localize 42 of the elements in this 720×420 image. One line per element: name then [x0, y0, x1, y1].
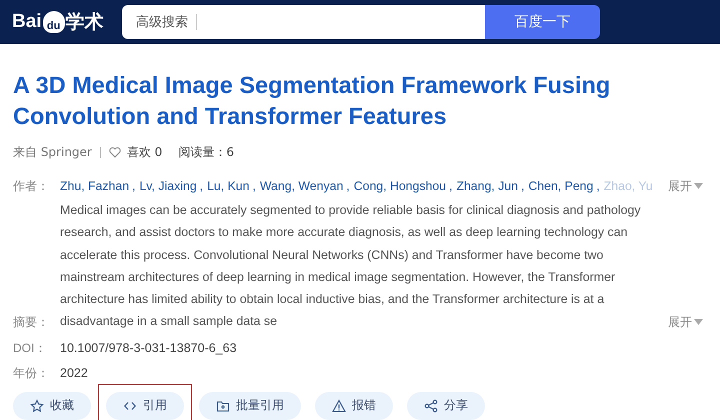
star-icon — [30, 398, 44, 413]
authors-label: 作者： — [13, 178, 50, 195]
doi-label: DOI： — [13, 340, 48, 357]
source-text: 来自 Springer — [13, 144, 92, 161]
code-action-button[interactable]: 引用 — [106, 392, 184, 420]
author-link[interactable]: Lv, Jiaxing — [139, 175, 197, 197]
comma: , — [346, 178, 350, 195]
author-link[interactable]: Lu, Kun — [207, 175, 250, 197]
search-button[interactable]: 百度一下 — [485, 5, 600, 39]
abstract-text: Medical images can be accurately segmented to provide reliable basis for clinical diagnosis and pathology research, and assist doctors to make more accurate diagnosis, as well as deep learning technology can accelerate this process. Convolutional Neural Networks (CNNs) and Transformer have become two mainstream architectures of deep learning in medical image segmentation. However, the Transformer architecture has limited ability to obtain local inductive bias, and the Transformer architecture is at a disadvantage in a small sample data se — [60, 202, 642, 330]
abstract-label: 摘要： — [13, 314, 50, 331]
author-link[interactable]: Zhang, Jun — [456, 175, 518, 197]
doi-value: 10.1007/978-3-031-13870-6_63 — [60, 340, 237, 357]
paper-title: A 3D Medical Image Segmentation Framework Fusing Convolution and Transformer Features — [13, 71, 612, 131]
folder-icon — [216, 398, 230, 413]
read-count: 阅读量：6 — [178, 144, 234, 161]
comma: , — [596, 178, 600, 195]
year-value: 2022 — [60, 364, 88, 382]
comma: , — [520, 178, 524, 195]
caret-icon — [694, 183, 703, 189]
author-link[interactable]: Cong, Hongshou — [354, 175, 446, 197]
likes-count: 喜欢 0 — [126, 144, 162, 161]
warning-icon — [332, 398, 346, 413]
search-field[interactable]: 高级搜索 — [122, 5, 485, 39]
expand-link[interactable]: 展开 — [668, 310, 703, 333]
expand-link[interactable]: 展开 — [668, 175, 703, 197]
share-icon — [424, 398, 438, 413]
baidu-scholar-logo[interactable]: Bai du 学术 — [12, 9, 108, 35]
comma: , — [132, 178, 136, 195]
warning-action-button[interactable]: 报错 — [315, 392, 393, 420]
comma: , — [252, 178, 256, 195]
author-link[interactable]: Wang, Wenyan — [260, 175, 344, 197]
folder-action-button[interactable]: 批量引用 — [199, 392, 301, 420]
comma: , — [449, 178, 452, 195]
author-link[interactable]: Chen, Peng — [528, 175, 594, 197]
star-action-button[interactable]: 收藏 — [13, 392, 91, 420]
share-action-button[interactable]: 分享 — [407, 392, 485, 420]
year-label: 年份： — [13, 364, 50, 382]
author-link[interactable]: Zhu, Fazhan — [60, 175, 130, 197]
comma: , — [200, 178, 204, 195]
heart-icon[interactable] — [108, 147, 121, 158]
caret-icon — [694, 318, 703, 325]
